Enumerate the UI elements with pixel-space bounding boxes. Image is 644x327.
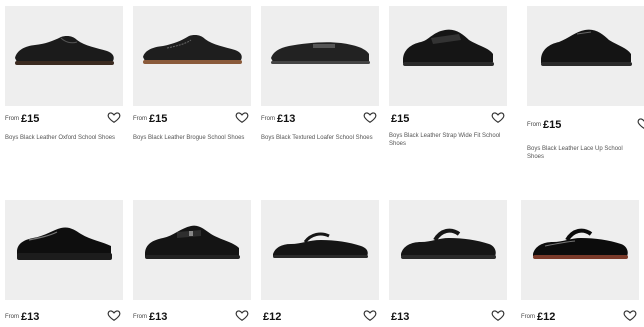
product-image[interactable] bbox=[261, 200, 379, 300]
product-image[interactable] bbox=[521, 200, 639, 300]
heart-icon[interactable] bbox=[637, 116, 644, 130]
heart-icon[interactable] bbox=[363, 110, 377, 124]
price-prefix: From bbox=[133, 115, 147, 122]
price-prefix: From bbox=[261, 115, 275, 122]
product-image[interactable] bbox=[5, 6, 123, 106]
price-prefix: From bbox=[527, 121, 541, 128]
heart-icon[interactable] bbox=[363, 308, 377, 322]
price: £15 bbox=[149, 112, 168, 125]
product-name[interactable]: Boys Black Leather Oxford School Shoes bbox=[5, 134, 117, 142]
heart-icon[interactable] bbox=[107, 308, 121, 322]
product-image[interactable] bbox=[261, 6, 379, 106]
product-name[interactable]: Boys Black Leather Brogue School Shoes bbox=[133, 134, 245, 142]
price: £15 bbox=[543, 118, 562, 131]
product-image[interactable] bbox=[389, 6, 507, 106]
price: £12 bbox=[263, 310, 282, 323]
heart-icon[interactable] bbox=[235, 110, 249, 124]
heart-icon[interactable] bbox=[623, 308, 637, 322]
price-prefix: From bbox=[133, 313, 147, 320]
product-name[interactable]: Boys Black Textured Loafer School Shoes bbox=[261, 134, 373, 142]
shoe-image bbox=[541, 29, 632, 66]
product-image[interactable] bbox=[133, 6, 251, 106]
product-image[interactable] bbox=[133, 200, 251, 300]
price: £15 bbox=[21, 112, 40, 125]
shoe-image bbox=[17, 227, 112, 260]
shoe-image bbox=[273, 232, 368, 258]
shoe-image bbox=[145, 225, 240, 259]
shoe-image bbox=[533, 228, 628, 259]
price: £13 bbox=[149, 310, 168, 323]
product-image[interactable] bbox=[389, 200, 507, 300]
price: £13 bbox=[277, 112, 296, 125]
heart-icon[interactable] bbox=[491, 308, 505, 322]
price: £15 bbox=[391, 112, 410, 125]
product-name[interactable]: Boys Black Leather Lace Up School Shoes bbox=[527, 145, 639, 161]
price-prefix: From bbox=[5, 313, 19, 320]
heart-icon[interactable] bbox=[107, 110, 121, 124]
product-image[interactable] bbox=[5, 200, 123, 300]
price: £13 bbox=[391, 310, 410, 323]
price: £12 bbox=[537, 310, 556, 323]
shoe-image bbox=[401, 228, 496, 259]
shoe-image bbox=[15, 36, 114, 65]
price: £13 bbox=[21, 310, 40, 323]
shoe-image bbox=[143, 35, 242, 64]
heart-icon[interactable] bbox=[235, 308, 249, 322]
heart-icon[interactable] bbox=[491, 110, 505, 124]
price-prefix: From bbox=[521, 313, 535, 320]
shoe-image bbox=[403, 29, 494, 66]
product-image[interactable] bbox=[527, 6, 644, 106]
price-prefix: From bbox=[5, 115, 19, 122]
product-name[interactable]: Boys Black Leather Strap Wide Fit School… bbox=[389, 132, 501, 148]
shoe-image bbox=[271, 42, 370, 64]
